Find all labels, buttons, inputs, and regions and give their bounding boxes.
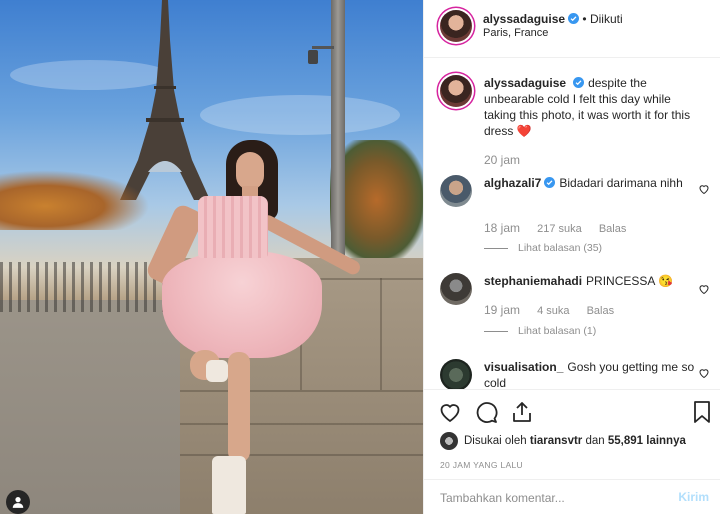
comment-icon[interactable] (474, 400, 498, 424)
comment-item: stephaniemahadi PRINCESSA 😘 19 jam 4 suka… (440, 273, 710, 343)
lamp-arm (312, 46, 334, 49)
trees (0, 170, 150, 230)
liked-by-user[interactable]: tiaransvtr (530, 435, 582, 447)
lamp-head (308, 50, 318, 64)
comments-list[interactable]: alyssadaguise despite the unbearable cold… (424, 59, 720, 389)
comment-text-block: visualisation_ Gosh you getting me so col… (484, 359, 700, 389)
comment-time: 19 jam (484, 303, 521, 317)
white-boot (206, 360, 228, 382)
verified-icon (568, 13, 580, 24)
commenter-avatar[interactable] (440, 273, 472, 305)
comment-emoji: 😘 (658, 274, 674, 288)
caption-text-block: alyssadaguise despite the unbearable cold… (484, 75, 700, 139)
post-photo[interactable] (0, 0, 423, 514)
comment-text-block: stephaniemahadi PRINCESSA 😘 (484, 273, 700, 289)
liked-by[interactable]: Disukai oleh tiaransvtr dan 55,891 lainn… (440, 432, 686, 450)
post-header: alyssadaguise • Diikuti Paris, France (424, 0, 720, 58)
view-replies[interactable]: Lihat balasan (1) (484, 325, 596, 337)
liked-by-count[interactable]: 55,891 lainnya (608, 435, 686, 447)
verified-icon (544, 177, 556, 188)
liker-avatar[interactable] (440, 432, 458, 450)
view-replies[interactable]: Lihat balasan (35) (484, 242, 602, 254)
comment-likes[interactable]: 4 suka (537, 305, 569, 317)
caption-username[interactable]: alyssadaguise (484, 76, 566, 90)
view-replies-label[interactable]: Lihat balasan (35) (518, 242, 602, 254)
caption: alyssadaguise despite the unbearable cold… (440, 75, 710, 175)
post-side-panel: alyssadaguise • Diikuti Paris, France al… (423, 0, 720, 514)
caption-time: 20 jam (484, 153, 521, 167)
post-location[interactable]: Paris, France (483, 27, 548, 39)
comment-text: PRINCESSA (586, 274, 655, 288)
add-comment-bar: Kirim (424, 479, 720, 514)
comment-meta: 18 jam 217 suka Balas (484, 221, 640, 235)
dress-bodice (198, 196, 268, 258)
woman-face (236, 152, 264, 190)
comment-input[interactable] (440, 480, 660, 514)
verified-icon (573, 77, 585, 88)
white-boot (212, 456, 246, 514)
caption-meta: 20 jam (484, 153, 534, 167)
post-timestamp: 20 JAM YANG LALU (440, 460, 523, 470)
comment-item: visualisation_ Gosh you getting me so col… (440, 359, 710, 389)
tulle-skirt (162, 250, 322, 358)
comment-likes[interactable]: 217 suka (537, 223, 582, 235)
commenter-avatar[interactable] (440, 175, 472, 207)
author-username[interactable]: alyssadaguise (483, 12, 565, 26)
comment-username[interactable]: stephaniemahadi (484, 274, 582, 288)
comment-item: alghazali7 Bidadari darimana nihh 18 jam … (440, 175, 710, 255)
share-icon[interactable] (510, 400, 534, 424)
view-replies-label[interactable]: Lihat balasan (1) (518, 325, 596, 337)
author-avatar[interactable] (440, 75, 472, 107)
author-avatar[interactable] (440, 10, 472, 42)
comment-text-block: alghazali7 Bidadari darimana nihh (484, 175, 700, 191)
liked-by-prefix: Disukai oleh (464, 435, 527, 447)
send-comment-button[interactable]: Kirim (678, 490, 709, 504)
heart-icon[interactable] (438, 400, 462, 424)
commenter-avatar[interactable] (440, 359, 472, 389)
heart-icon[interactable] (698, 183, 710, 195)
comment-time: 18 jam (484, 221, 521, 235)
reply-button[interactable]: Balas (587, 305, 615, 317)
comment-meta: 19 jam 4 suka Balas (484, 303, 628, 317)
post-actions: Disukai oleh tiaransvtr dan 55,891 lainn… (424, 389, 720, 479)
heart-icon[interactable] (698, 283, 710, 295)
bookmark-icon[interactable] (690, 400, 714, 424)
user-tag-icon[interactable] (6, 490, 30, 514)
comment-text: Bidadari darimana nihh (559, 176, 683, 190)
follow-state[interactable]: • Diikuti (582, 12, 622, 26)
lamp-post (331, 0, 345, 258)
comment-username[interactable]: alghazali7 (484, 176, 541, 190)
reply-button[interactable]: Balas (599, 223, 627, 235)
cloud (200, 95, 400, 135)
comment-username[interactable]: visualisation_ (484, 360, 563, 374)
heart-icon[interactable] (698, 367, 710, 379)
liked-by-and: dan (585, 435, 605, 447)
woman-leg (228, 352, 250, 462)
caption-emoji: ❤️ (516, 124, 532, 138)
